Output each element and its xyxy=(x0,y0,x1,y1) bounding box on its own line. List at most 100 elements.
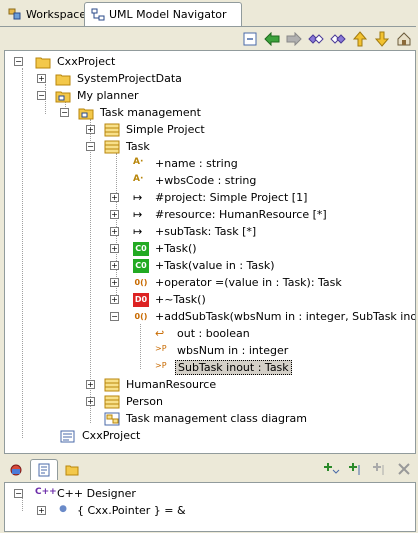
collapse-toggle[interactable]: − xyxy=(14,57,23,66)
tree-label: +subTask: Task [*] xyxy=(155,225,257,238)
expand-toggle[interactable]: + xyxy=(110,210,119,219)
tree-item-constructor[interactable]: + C0 +Task(value in : Task) xyxy=(110,257,277,274)
attribute-icon: A· xyxy=(133,173,144,184)
tree-label: +~Task() xyxy=(155,293,206,306)
tree-item-class-diagram[interactable]: Task management class diagram xyxy=(104,410,309,427)
class-icon xyxy=(104,123,120,136)
add-disabled-icon[interactable] xyxy=(372,461,388,477)
tree-item-constructor[interactable]: + C0 +Task() xyxy=(110,240,199,257)
expand-toggle[interactable]: + xyxy=(110,244,119,253)
tree-label: CxxProject xyxy=(57,55,116,68)
collapse-toggle[interactable]: − xyxy=(110,312,119,321)
package-icon xyxy=(78,108,94,119)
uml-navigator-panel: Workspace UML Model Navigator − CxxProje… xyxy=(0,0,418,456)
tree-item-task-management[interactable]: − Task management xyxy=(60,104,203,121)
tree-item-cpp-designer[interactable]: − C++ C++ Designer xyxy=(14,485,138,502)
tab-workspace-label: Workspace xyxy=(26,7,87,21)
tree-item-return[interactable]: ↩ out : boolean xyxy=(155,325,252,342)
expand-toggle[interactable]: + xyxy=(37,74,46,83)
tree-item-cxx-project-model[interactable]: CxxProject xyxy=(60,427,142,444)
bullet-icon: ● xyxy=(59,503,67,514)
tree-label: SubTask inout : Task xyxy=(175,360,292,375)
expand-toggle[interactable]: + xyxy=(86,397,95,406)
tree-label: +name : string xyxy=(155,157,238,170)
tree-item-my-planner[interactable]: − My planner xyxy=(37,87,141,104)
tree-label: C++ Designer xyxy=(57,487,136,500)
expand-toggle[interactable]: + xyxy=(86,380,95,389)
tab-outline[interactable] xyxy=(30,459,58,480)
expand-toggle[interactable]: + xyxy=(110,193,119,202)
association-icon: ↦ xyxy=(133,224,143,238)
tree-label: Person xyxy=(126,395,163,408)
project-folder-icon xyxy=(35,57,51,68)
expand-toggle[interactable]: + xyxy=(86,125,95,134)
tab-properties[interactable] xyxy=(2,459,30,481)
collapse-all-icon[interactable] xyxy=(242,31,258,47)
tree-item-operation[interactable]: + 0() +operator =(value in : Task): Task xyxy=(110,274,344,291)
tree-item-simple-project[interactable]: + Simple Project xyxy=(86,121,207,138)
tree-item-association[interactable]: + ↦ +subTask: Task [*] xyxy=(110,223,258,240)
tree-item-parameter-selected[interactable]: >P SubTask inout : Task xyxy=(155,359,292,376)
tree-item-cxx-pointer[interactable]: + ● { Cxx.Pointer } = & xyxy=(37,502,188,519)
tree-item-association[interactable]: + ↦ #project: Simple Project [1] xyxy=(110,189,309,206)
tree-item-person[interactable]: + Person xyxy=(86,393,165,410)
model-tree[interactable]: − CxxProject + SystemProjectData − My pl… xyxy=(4,50,416,454)
collapse-toggle[interactable]: − xyxy=(86,142,95,151)
tab-notes[interactable] xyxy=(58,459,86,481)
collapse-toggle[interactable]: − xyxy=(37,91,46,100)
collapse-toggle[interactable]: − xyxy=(14,489,23,498)
back-icon[interactable] xyxy=(264,31,280,47)
navigator-toolbar xyxy=(242,30,412,48)
tab-uml-model-navigator[interactable]: UML Model Navigator xyxy=(84,2,242,26)
tree-item-operation[interactable]: − 0() +addSubTask(wbsNum in : integer, S… xyxy=(110,308,415,325)
tree-item-human-resource[interactable]: + HumanResource xyxy=(86,376,218,393)
tree-item-system-project-data[interactable]: + SystemProjectData xyxy=(37,70,184,87)
operation-icon: 0() xyxy=(134,311,148,321)
up-icon[interactable] xyxy=(352,31,368,47)
package-icon xyxy=(55,91,71,102)
link-right-icon[interactable] xyxy=(330,31,346,47)
add-icon[interactable] xyxy=(324,461,340,477)
tree-item-attribute[interactable]: A· +wbsCode : string xyxy=(133,172,258,189)
notes-icon xyxy=(65,465,79,476)
tree-label: Simple Project xyxy=(126,123,205,136)
class-diagram-icon xyxy=(104,412,120,425)
tree-label: { Cxx.Pointer } = & xyxy=(77,504,186,517)
home-icon[interactable] xyxy=(396,31,412,47)
expand-toggle[interactable]: + xyxy=(110,261,119,270)
tree-item-task[interactable]: − Task xyxy=(86,138,152,155)
properties-icon xyxy=(10,464,22,476)
operation-icon: 0() xyxy=(134,277,148,287)
tree-label: #project: Simple Project [1] xyxy=(155,191,308,204)
tree-item-root-project[interactable]: − CxxProject xyxy=(14,53,117,70)
properties-tree[interactable]: − C++ C++ Designer + ● { Cxx.Pointer } =… xyxy=(4,482,416,532)
tree-item-attribute[interactable]: A· +name : string xyxy=(133,155,240,172)
tree-label: My planner xyxy=(77,89,139,102)
tree-label: +operator =(value in : Task): Task xyxy=(155,276,342,289)
down-icon[interactable] xyxy=(374,31,390,47)
tree-label: +Task(value in : Task) xyxy=(155,259,275,272)
class-icon xyxy=(104,378,120,391)
delete-icon[interactable] xyxy=(396,461,412,477)
tab-workspace[interactable]: Workspace xyxy=(2,3,86,25)
folder-icon xyxy=(55,74,71,85)
expand-toggle[interactable]: + xyxy=(37,506,46,515)
return-icon: ↩ xyxy=(155,326,165,340)
bottom-tab-bar xyxy=(2,459,86,481)
parameter-icon: >P xyxy=(155,360,167,370)
collapse-toggle[interactable]: − xyxy=(60,108,69,117)
tree-item-destructor[interactable]: + D0 +~Task() xyxy=(110,291,208,308)
workspace-icon xyxy=(8,8,21,20)
expand-toggle[interactable]: + xyxy=(110,227,119,236)
view-tab-bar: Workspace UML Model Navigator xyxy=(0,0,416,27)
cpp-designer-icon: C++ xyxy=(35,486,57,497)
tree-label: +Task() xyxy=(155,242,197,255)
expand-toggle[interactable]: + xyxy=(110,295,119,304)
link-left-icon[interactable] xyxy=(308,31,324,47)
tree-item-parameter[interactable]: >P wbsNum in : integer xyxy=(155,342,290,359)
tree-item-association[interactable]: + ↦ #resource: HumanResource [*] xyxy=(110,206,329,223)
add-child-icon[interactable] xyxy=(348,461,364,477)
forward-icon[interactable] xyxy=(286,31,302,47)
expand-toggle[interactable]: + xyxy=(110,278,119,287)
bottom-toolbar xyxy=(324,461,412,477)
